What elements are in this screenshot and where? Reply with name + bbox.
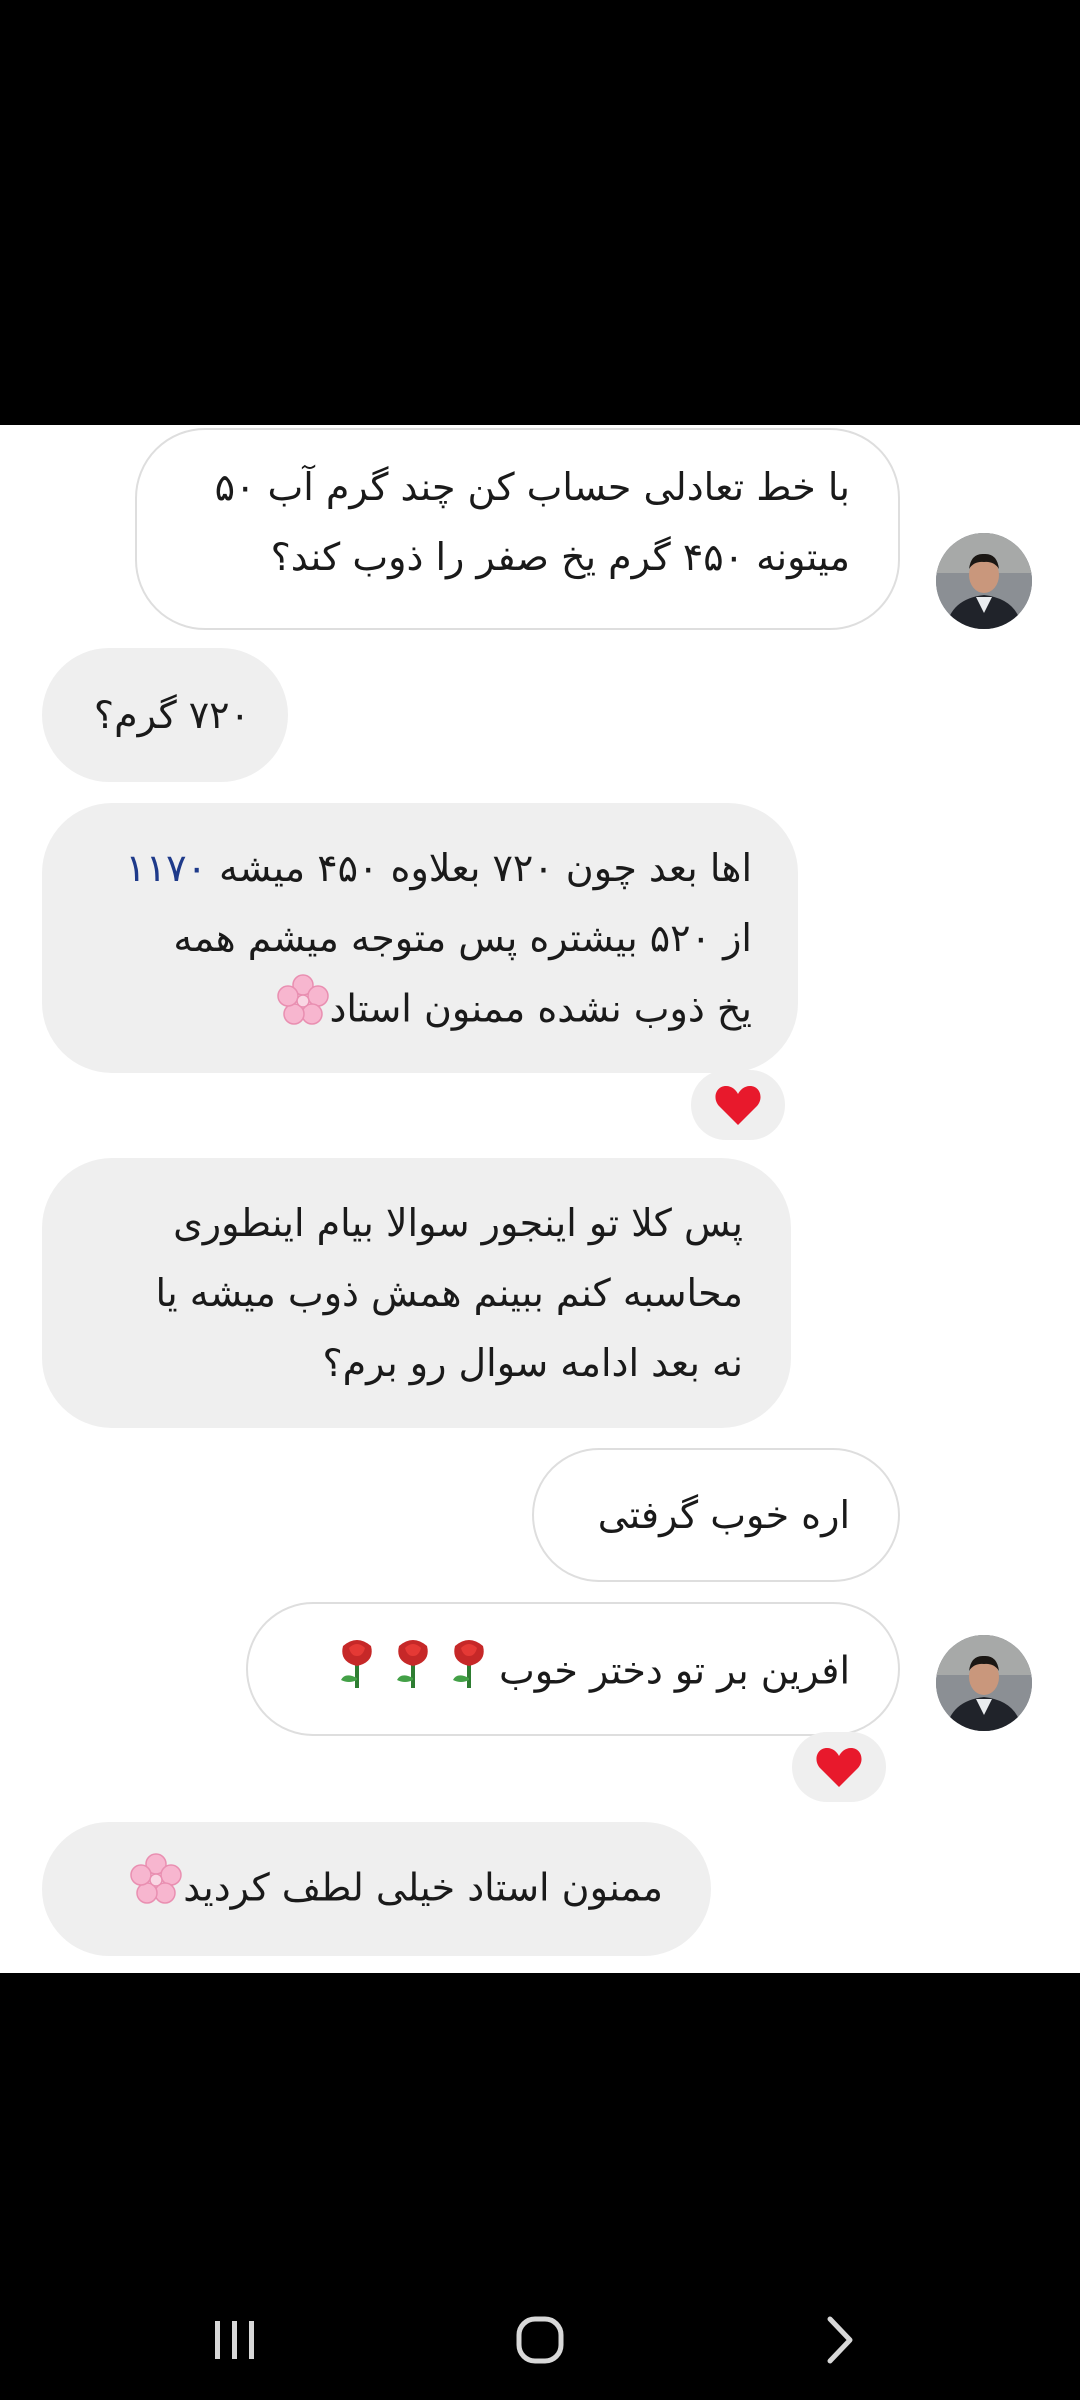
message-3-reaction[interactable]	[691, 1070, 785, 1140]
system-navigation-bar	[0, 2280, 1080, 2400]
rose-icons	[331, 1640, 495, 1693]
recent-apps-button[interactable]	[175, 2300, 295, 2380]
home-button[interactable]	[480, 2300, 600, 2380]
message-bubble-4[interactable]: پس کلا تو اینجور سوالا بیام اینطوری محاس…	[42, 1158, 791, 1428]
message-3-line-2: از ۵۲۰ بیشتره پس متوجه میشم همه	[173, 916, 752, 960]
message-bubble-5[interactable]: اره خوب گرفتی	[532, 1448, 900, 1582]
message-6-text: افرین بر تو دختر خوب	[499, 1648, 850, 1693]
teacher-avatar-icon	[936, 1635, 1032, 1731]
cherry-blossom-icon	[129, 1852, 183, 1928]
message-2-line-1: ۷۲۰ گرم؟	[93, 693, 250, 737]
message-3-line-3-text: یخ ذوب نشده ممنون استاد	[329, 986, 753, 1031]
heart-icon	[816, 1748, 862, 1787]
back-icon	[827, 2316, 853, 2364]
chat-thread[interactable]: با خط تعادلی حساب کن چند گرم آب ۵۰ میتون…	[0, 425, 1080, 1973]
message-4-line-1: پس کلا تو اینجور سوالا بیام اینطوری	[173, 1201, 743, 1245]
rose-icon	[331, 1634, 383, 1712]
rose-icon	[387, 1634, 439, 1712]
message-1-line-2: میتونه ۴۵۰ گرم یخ صفر را ذوب کند؟	[270, 535, 850, 579]
cherry-blossom-icon	[276, 973, 330, 1049]
heart-icon	[715, 1086, 761, 1125]
message-3-line-3: یخ ذوب نشده ممنون استاد	[72, 973, 752, 1049]
home-icon	[516, 2316, 564, 2364]
message-4-line-2: محاسبه کنم ببینم همش ذوب میشه یا	[155, 1271, 743, 1315]
message-7-text: ممنون استاد خیلی لطف کردید	[183, 1865, 663, 1910]
message-3-line-1-text: اها بعد چون ۷۲۰ بعلاوه ۴۵۰ میشه	[206, 846, 752, 890]
message-bubble-6[interactable]: افرین بر تو دختر خوب	[246, 1602, 900, 1736]
teacher-avatar-icon	[936, 533, 1032, 629]
message-bubble-7[interactable]: ممنون استاد خیلی لطف کردید	[42, 1822, 711, 1956]
teacher-avatar[interactable]	[936, 1635, 1032, 1731]
message-5-line-1: اره خوب گرفتی	[597, 1493, 850, 1537]
message-7-line-1: ممنون استاد خیلی لطف کردید	[72, 1852, 663, 1928]
message-bubble-2[interactable]: ۷۲۰ گرم؟	[42, 648, 288, 782]
message-bubble-3[interactable]: اها بعد چون ۷۲۰ بعلاوه ۴۵۰ میشه ۱۱۷۰ از …	[42, 803, 798, 1073]
back-button[interactable]	[780, 2300, 900, 2380]
message-3-line-1: اها بعد چون ۷۲۰ بعلاوه ۴۵۰ میشه ۱۱۷۰	[72, 833, 752, 903]
message-1-line-1: با خط تعادلی حساب کن چند گرم آب ۵۰	[214, 465, 850, 509]
message-6-reaction[interactable]	[792, 1732, 886, 1802]
message-3-highlighted-number[interactable]: ۱۱۷۰	[125, 846, 207, 890]
message-6-line-1: افرین بر تو دختر خوب	[278, 1634, 850, 1712]
phone-screen: با خط تعادلی حساب کن چند گرم آب ۵۰ میتون…	[0, 0, 1080, 2400]
recent-apps-icon	[215, 2321, 254, 2359]
top-black-area	[0, 0, 1080, 425]
teacher-avatar[interactable]	[936, 533, 1032, 629]
message-4-line-3: نه بعد ادامه سوال رو برم؟	[322, 1341, 743, 1385]
message-bubble-1[interactable]: با خط تعادلی حساب کن چند گرم آب ۵۰ میتون…	[135, 428, 900, 630]
rose-icon	[443, 1634, 495, 1712]
